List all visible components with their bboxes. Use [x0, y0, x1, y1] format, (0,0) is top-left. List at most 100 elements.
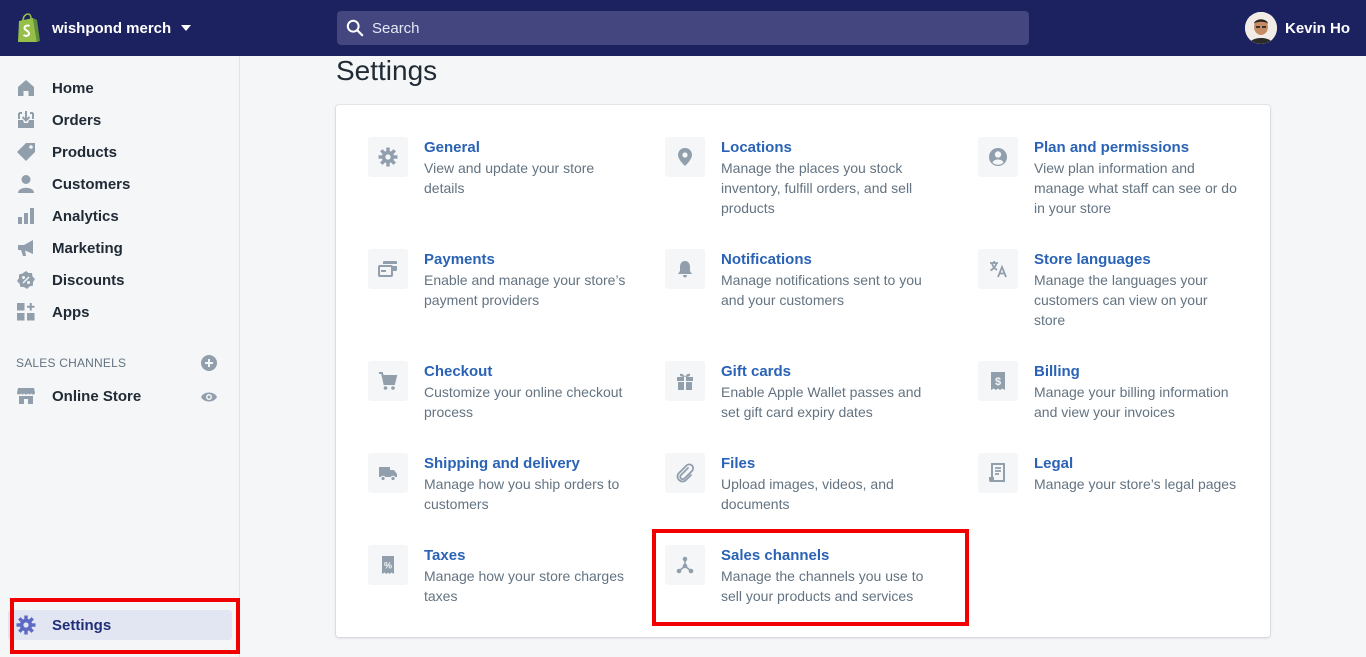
sidebar: Home Orders Products Customers Analytics… — [0, 56, 240, 657]
sidebar-item-online-store[interactable]: Online Store — [8, 381, 193, 411]
setting-description: Manage notifications sent to you and you… — [721, 272, 922, 308]
gear-icon — [16, 615, 36, 635]
store-name: wishpond merch — [52, 19, 172, 37]
setting-title: Gift cards — [721, 363, 792, 380]
sidebar-item-label: Online Store — [52, 387, 142, 405]
top-bar: wishpond merch Kevin Ho — [0, 0, 1366, 56]
dollar-bill-icon: $ — [978, 361, 1018, 401]
sidebar-item-label: Analytics — [52, 207, 119, 225]
setting-legal[interactable]: Legal Manage your store’s legal pages — [978, 453, 1239, 494]
setting-description: Manage the languages your customers can … — [1034, 272, 1208, 328]
sidebar-item-label: Apps — [52, 303, 90, 321]
person-icon — [16, 174, 36, 194]
setting-files[interactable]: Files Upload images, videos, and documen… — [665, 453, 926, 514]
orders-icon — [16, 110, 36, 130]
tax-receipt-icon: % — [368, 545, 408, 585]
truck-icon — [368, 453, 408, 493]
sidebar-item-label: Discounts — [52, 271, 125, 289]
bar-chart-icon — [16, 206, 36, 226]
search-bar[interactable] — [337, 11, 1029, 45]
sidebar-item-label: Marketing — [52, 239, 123, 257]
setting-title: Taxes — [424, 547, 466, 564]
setting-description: Manage how you ship orders to customers — [424, 476, 620, 512]
user-name: Kevin Ho — [1284, 19, 1350, 37]
sidebar-item-apps[interactable]: Apps — [8, 297, 232, 327]
sidebar-item-products[interactable]: Products — [8, 137, 232, 167]
cart-icon — [368, 361, 408, 401]
setting-title: Payments — [424, 251, 495, 268]
setting-locations[interactable]: Locations Manage the places you stock in… — [665, 137, 926, 218]
sidebar-item-discounts[interactable]: Discounts — [8, 265, 232, 295]
setting-description: Manage the places you stock inventory, f… — [721, 160, 913, 216]
setting-description: Manage your store’s legal pages — [1034, 476, 1237, 492]
home-icon — [16, 78, 36, 98]
gear-icon — [368, 137, 408, 177]
legal-document-icon — [978, 453, 1018, 493]
setting-payments[interactable]: Payments Enable and manage your store’s … — [368, 249, 629, 310]
svg-text:$: $ — [995, 376, 1001, 388]
svg-text:%: % — [384, 561, 392, 571]
eye-icon[interactable] — [200, 388, 218, 406]
setting-title: Files — [721, 455, 756, 472]
translate-icon — [978, 249, 1018, 289]
setting-title: Legal — [1034, 455, 1074, 472]
setting-title: Shipping and delivery — [424, 455, 580, 472]
setting-title: Plan and permissions — [1034, 139, 1190, 156]
search-input[interactable] — [372, 19, 1012, 37]
setting-description: View plan information and manage what st… — [1034, 160, 1237, 216]
sales-channels-heading: SALES CHANNELS — [16, 356, 127, 370]
setting-gift-cards[interactable]: Gift cards Enable Apple Wallet passes an… — [665, 361, 926, 422]
location-pin-icon — [665, 137, 705, 177]
sidebar-item-analytics[interactable]: Analytics — [8, 201, 232, 231]
sidebar-item-customers[interactable]: Customers — [8, 169, 232, 199]
discount-icon — [16, 270, 36, 290]
setting-sales-channels[interactable]: Sales channels Manage the channels you u… — [665, 545, 926, 606]
setting-store-languages[interactable]: Store languages Manage the languages you… — [978, 249, 1239, 330]
setting-description: Upload images, videos, and documents — [721, 476, 894, 512]
search-icon — [346, 19, 364, 37]
channels-icon — [665, 545, 705, 585]
setting-description: Manage your billing information and view… — [1034, 384, 1229, 420]
setting-description: Customize your online checkout process — [424, 384, 623, 420]
caret-down-icon — [181, 25, 192, 31]
setting-title: Checkout — [424, 363, 493, 380]
setting-title: Store languages — [1034, 251, 1151, 268]
setting-shipping-and-delivery[interactable]: Shipping and delivery Manage how you shi… — [368, 453, 629, 514]
sidebar-item-marketing[interactable]: Marketing — [8, 233, 232, 263]
sidebar-item-label: Orders — [52, 111, 102, 129]
setting-title: Sales channels — [721, 547, 830, 564]
sidebar-item-home[interactable]: Home — [8, 73, 232, 103]
setting-plan-and-permissions[interactable]: Plan and permissions View plan informati… — [978, 137, 1239, 218]
apps-icon — [16, 302, 36, 322]
setting-title: Billing — [1034, 363, 1080, 380]
setting-billing[interactable]: $ Billing Manage your billing informatio… — [978, 361, 1239, 422]
add-circle-icon[interactable] — [200, 354, 218, 372]
setting-description: Enable and manage your store’s payment p… — [424, 272, 626, 308]
store-icon — [16, 386, 36, 406]
payments-icon — [368, 249, 408, 289]
sidebar-item-label: Settings — [52, 616, 112, 634]
setting-notifications[interactable]: Notifications Manage notifications sent … — [665, 249, 926, 310]
setting-title: Notifications — [721, 251, 812, 268]
sidebar-item-label: Home — [52, 79, 94, 97]
setting-description: Enable Apple Wallet passes and set gift … — [721, 384, 922, 420]
sidebar-item-settings[interactable]: Settings — [8, 610, 232, 640]
setting-description: Manage the channels you use to sell your… — [721, 568, 924, 604]
bell-icon — [665, 249, 705, 289]
setting-title: General — [424, 139, 480, 156]
shopify-logo-icon — [18, 13, 40, 42]
setting-description: Manage how your store charges taxes — [424, 568, 624, 604]
user-circle-icon — [978, 137, 1018, 177]
store-switcher[interactable]: wishpond merch — [14, 12, 192, 44]
setting-general[interactable]: General View and update your store detai… — [368, 137, 629, 198]
tag-icon — [16, 142, 36, 162]
avatar — [1244, 12, 1277, 44]
setting-checkout[interactable]: Checkout Customize your online checkout … — [368, 361, 629, 422]
sidebar-item-orders[interactable]: Orders — [8, 105, 232, 135]
setting-taxes[interactable]: % Taxes Manage how your store charges ta… — [368, 545, 629, 606]
setting-title: Locations — [721, 139, 792, 156]
settings-card: General View and update your store detai… — [336, 105, 1270, 637]
sidebar-item-label: Products — [52, 143, 118, 161]
setting-description: View and update your store details — [424, 160, 595, 196]
user-menu[interactable]: Kevin Ho — [1244, 12, 1350, 44]
